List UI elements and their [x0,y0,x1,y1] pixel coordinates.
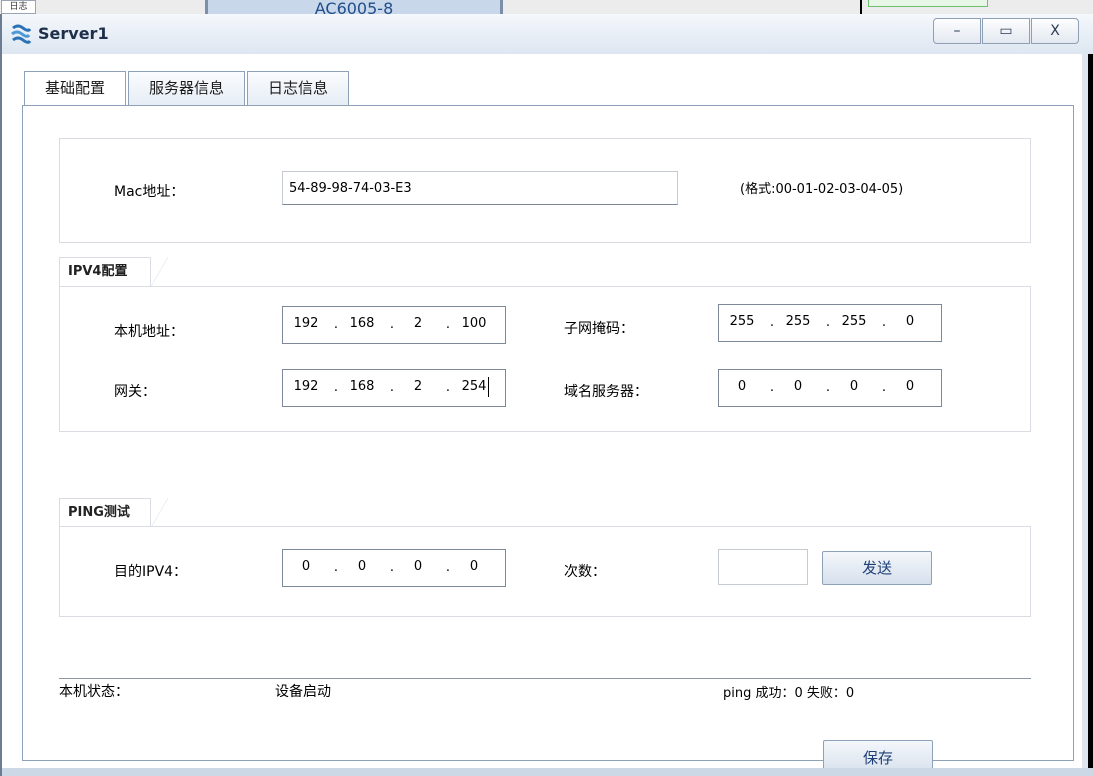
maximize-button[interactable]: ▭ [982,18,1030,44]
dns-server-input[interactable]: 0 . 0 . 0 . 0 [718,369,942,407]
mac-format-hint: (格式:00-01-02-03-04-05) [740,182,904,197]
octet-dot: . [389,560,395,575]
tab-bar: 基础配置 服务器信息 日志信息 [24,71,351,106]
minimize-button[interactable]: – [933,18,981,44]
local-address-label: 本机地址： [114,324,184,340]
background-panel-label: 日志 [1,0,36,14]
tab-basic-config[interactable]: 基础配置 [24,71,127,106]
dns-label: 域名服务器： [564,384,648,400]
octet-dot: . [333,380,339,395]
close-icon: X [1050,23,1060,39]
gateway-label: 网关： [114,384,156,400]
dns-octet-4: 0 [905,379,915,394]
octet-dot: . [445,560,451,575]
mac-label: Mac地址： [114,184,185,200]
local-address-octet-3: 2 [413,316,423,331]
minimize-icon: – [953,23,961,39]
server1-window: Server1 – ▭ X 基础配置 服务器信息 日志信息 Mac地址： 54-… [0,14,1093,776]
octet-dot: . [445,317,451,332]
gateway-octet-1: 192 [293,379,319,394]
subnet-mask-octet-1: 255 [729,314,755,329]
ipv4-legend: IPV4配置 [59,257,168,288]
ping-legend: PING测试 [59,498,168,529]
mac-address-value: 54-89-98-74-03-E3 [289,180,412,196]
local-status-label: 本机状态： [59,684,129,700]
title-bar[interactable]: Server1 – ▭ X [2,14,1093,54]
octet-dot: . [333,317,339,332]
background-green-panel [868,0,988,7]
ping-result-text: ping 成功：0 失败：0 [723,686,855,701]
subnet-mask-octet-3: 255 [841,314,867,329]
mac-address-input[interactable]: 54-89-98-74-03-E3 [282,171,678,205]
basic-config-panel: Mac地址： 54-89-98-74-03-E3 (格式:00-01-02-03… [22,105,1074,776]
window-title: Server1 [38,24,109,43]
subnet-mask-octet-2: 255 [785,314,811,329]
octet-dot: . [825,315,831,330]
server-app-icon [11,24,32,44]
octet-dot: . [881,315,887,330]
subnet-mask-input[interactable]: 255 . 255 . 255 . 0 [718,304,942,342]
local-address-input[interactable]: 192 . 168 . 2 . 100 [282,306,506,344]
ping-group: 目的IPV4： 0 . 0 . 0 . 0 次数： 发送 [59,526,1031,617]
window-bottom-edge [2,768,1093,776]
ipv4-group: 本机地址： 192 . 168 . 2 . 100 子网掩码： 255 . 25… [59,286,1031,432]
text-cursor [488,377,489,397]
background-device-ac6005: AC6005-8 [205,0,503,14]
dns-octet-1: 0 [737,379,747,394]
window-right-edge [1088,54,1093,768]
local-address-octet-4: 100 [461,316,487,331]
tab-server-info[interactable]: 服务器信息 [128,71,246,105]
octet-dot: . [769,380,775,395]
tab-log-info[interactable]: 日志信息 [247,71,350,105]
dns-octet-2: 0 [793,379,803,394]
ping-count-label: 次数： [564,564,606,580]
background-app-strip: 日志 AC6005-8 [0,0,1093,14]
background-divider [860,0,862,14]
ping-dest-octet-1: 0 [301,559,311,574]
ping-dest-input[interactable]: 0 . 0 . 0 . 0 [282,549,506,587]
status-divider [59,678,1031,679]
gateway-octet-2: 168 [349,379,375,394]
gateway-input[interactable]: 192 . 168 . 2 . 254 [282,369,506,407]
local-address-octet-1: 192 [293,316,319,331]
ping-dest-octet-4: 0 [469,559,479,574]
octet-dot: . [825,380,831,395]
send-button[interactable]: 发送 [822,551,932,585]
window-client-area: 基础配置 服务器信息 日志信息 Mac地址： 54-89-98-74-03-E3… [2,54,1082,776]
ping-count-input[interactable] [718,549,808,585]
ping-dest-label: 目的IPV4： [114,564,188,580]
octet-dot: . [881,380,887,395]
maximize-icon: ▭ [999,23,1013,39]
subnet-mask-octet-4: 0 [905,314,915,329]
ping-dest-octet-2: 0 [357,559,367,574]
local-address-octet-2: 168 [349,316,375,331]
window-controls: – ▭ X [933,18,1081,44]
dns-octet-3: 0 [849,379,859,394]
close-button[interactable]: X [1031,18,1079,44]
gateway-octet-3: 2 [413,379,423,394]
octet-dot: . [389,317,395,332]
octet-dot: . [333,560,339,575]
local-status-value: 设备启动 [275,684,331,700]
ping-dest-octet-3: 0 [413,559,423,574]
octet-dot: . [769,315,775,330]
mac-group: Mac地址： 54-89-98-74-03-E3 (格式:00-01-02-03… [59,138,1031,243]
subnet-mask-label: 子网掩码： [564,321,634,337]
octet-dot: . [389,380,395,395]
octet-dot: . [445,380,451,395]
